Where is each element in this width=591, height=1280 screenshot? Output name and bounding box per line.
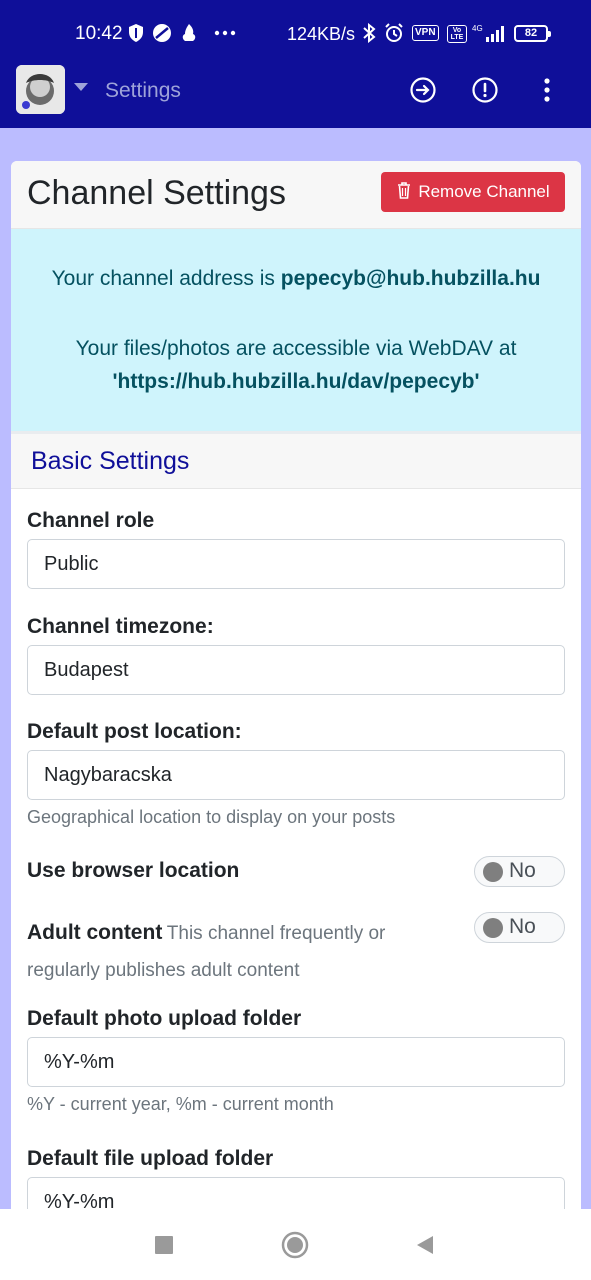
remove-channel-label: Remove Channel [418,182,550,201]
browser-location-toggle[interactable]: No [474,856,565,887]
card-title: Channel Settings [27,174,286,212]
photo-folder-label: Default photo upload folder [27,1007,302,1030]
svg-text:4G: 4G [472,24,483,33]
app-notification-icon [178,22,200,44]
more-notifications-icon [212,22,238,44]
system-nav-bar [0,1209,591,1280]
home-icon[interactable] [281,1231,309,1259]
post-location-input[interactable]: Nagybaracska [27,750,565,800]
webdav-url: 'https://hub.hubzilla.hu/dav/pepecyb' [112,370,480,393]
post-location-help: Geographical location to display on your… [27,807,396,827]
bluetooth-icon [358,22,380,44]
adult-content-desc-2: regularly publishes adult content [27,960,300,981]
no-disturb-icon [151,22,173,44]
webdav-prefix: Your files/photos are accessible via Web… [75,337,517,360]
timezone-select[interactable]: Budapest [27,645,565,695]
status-bar: 10:42 124KB/s VPN Vo LTE 4G 82 [0,0,591,66]
more-vert-icon[interactable] [533,76,561,104]
trash-icon [396,181,412,204]
signal-icon: 4G [472,22,508,44]
network-speed: 124KB/s [287,24,356,44]
back-icon[interactable] [411,1231,439,1259]
channel-role-label: Channel role [27,509,155,532]
alert-icon[interactable] [471,76,499,104]
toggle-knob [483,918,503,938]
volte-badge: Vo LTE [447,25,467,43]
vpn-badge: VPN [412,25,439,41]
photo-folder-input[interactable]: %Y-%m [27,1037,565,1087]
photo-folder-help: %Y - current year, %m - current month [27,1094,334,1114]
section-title: Basic Settings [31,447,190,475]
remove-channel-button[interactable]: Remove Channel [381,172,565,212]
file-folder-label: Default file upload folder [27,1147,274,1170]
adult-content-desc-1: This channel frequently or [166,923,386,944]
logout-icon[interactable] [409,76,437,104]
dropdown-caret-icon[interactable] [74,83,88,91]
recent-apps-icon[interactable] [150,1231,178,1259]
toggle-value: No [509,859,536,882]
channel-role-select[interactable]: Public [27,539,565,589]
timezone-label: Channel timezone: [27,615,214,638]
alarm-icon [383,22,405,44]
toggle-knob [483,862,503,882]
channel-address: pepecyb@hub.hubzilla.hu [280,267,541,290]
card-header: Channel Settings Remove Channel [11,161,581,229]
app-bar: Settings [0,65,591,128]
channel-info-alert: Your channel address is pepecyb@hub.hubz… [11,229,581,431]
status-time: 10:42 [75,23,123,44]
toggle-value: No [509,915,536,938]
adult-content-toggle[interactable]: No [474,912,565,943]
post-location-label: Default post location: [27,720,242,743]
adult-content-label-group: Adult content This channel frequently or… [27,915,447,989]
address-prefix: Your channel address is [51,267,281,290]
shield-icon [125,22,147,44]
channel-settings-card: Channel Settings Remove Channel Your cha… [11,161,581,1221]
page-title: Settings [105,79,181,102]
adult-content-label: Adult content [27,921,163,944]
avatar[interactable] [16,65,65,114]
battery-indicator: 82 [514,25,551,42]
basic-settings-header[interactable]: Basic Settings [11,431,581,489]
